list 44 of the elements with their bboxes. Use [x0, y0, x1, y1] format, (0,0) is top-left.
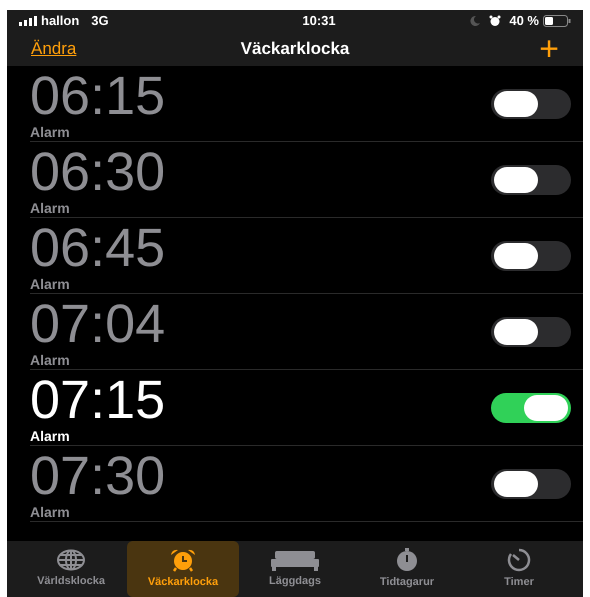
- alarm-toggle[interactable]: [491, 392, 571, 422]
- alarm-time: 07:04: [30, 296, 166, 352]
- toggle-knob: [524, 394, 568, 420]
- toggle-knob: [494, 318, 538, 344]
- moon-icon: [469, 15, 482, 27]
- alarm-time: 06:45: [30, 220, 166, 276]
- edit-link[interactable]: Ändra: [31, 36, 76, 62]
- alarm-time: 07:30: [30, 448, 166, 504]
- alarm-label: Alarm: [30, 200, 71, 216]
- alarm-label: Alarm: [30, 352, 71, 368]
- tab-item[interactable]: Väckarklocka: [127, 541, 239, 597]
- clock-time: 10:31: [301, 12, 337, 30]
- signal-icon: [19, 16, 37, 26]
- timer-icon: [505, 548, 533, 572]
- alarm-time: 07:15: [30, 372, 166, 428]
- alarm-clock-icon: [489, 15, 502, 27]
- alarm-toggle[interactable]: [491, 164, 571, 194]
- tab-item[interactable]: Tidtagarur: [351, 541, 463, 597]
- alarm-toggle[interactable]: [491, 88, 571, 118]
- carrier-name: hallon: [41, 12, 80, 30]
- nav-title: Väckarklocka: [240, 38, 350, 60]
- toggle-knob: [494, 90, 538, 116]
- alarm-toggle[interactable]: [491, 316, 571, 346]
- toggle-knob: [494, 242, 538, 268]
- tab-item[interactable]: Världsklocka: [15, 541, 127, 597]
- tab-item[interactable]: Timer: [463, 541, 575, 597]
- alarm-label: Alarm: [30, 428, 71, 444]
- bed-icon: [271, 548, 319, 571]
- toggle-knob: [494, 166, 538, 192]
- alarm-label: Alarm: [30, 124, 71, 140]
- network-type: 3G: [91, 12, 109, 30]
- alarm-toggle[interactable]: [491, 468, 571, 498]
- battery-percent: 40 %: [509, 12, 539, 30]
- alarm-clock-icon: [168, 548, 198, 572]
- alarm-toggle[interactable]: [491, 240, 571, 270]
- alarm-time: 06:30: [30, 144, 166, 200]
- battery-icon: [543, 15, 571, 27]
- toggle-knob: [494, 470, 538, 496]
- globe-icon: [56, 548, 86, 571]
- alarm-label: Alarm: [30, 276, 71, 292]
- alarm-label: Alarm: [30, 504, 71, 520]
- tab-item[interactable]: Läggdags: [239, 541, 351, 597]
- add-button[interactable]: +: [539, 32, 559, 66]
- alarm-time: 06:15: [30, 68, 166, 124]
